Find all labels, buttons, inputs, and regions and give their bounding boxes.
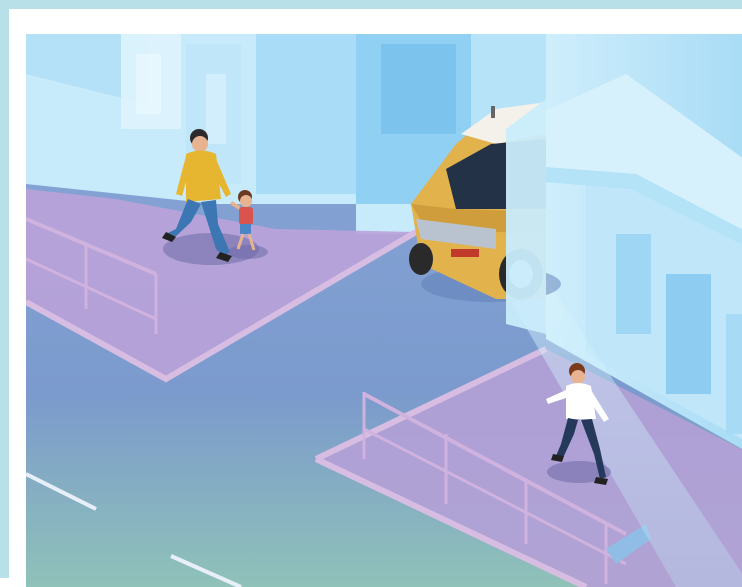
street-illustration	[26, 34, 742, 587]
illustration-frame	[0, 0, 742, 587]
building-pillar	[506, 99, 546, 334]
street-scene	[26, 34, 742, 587]
